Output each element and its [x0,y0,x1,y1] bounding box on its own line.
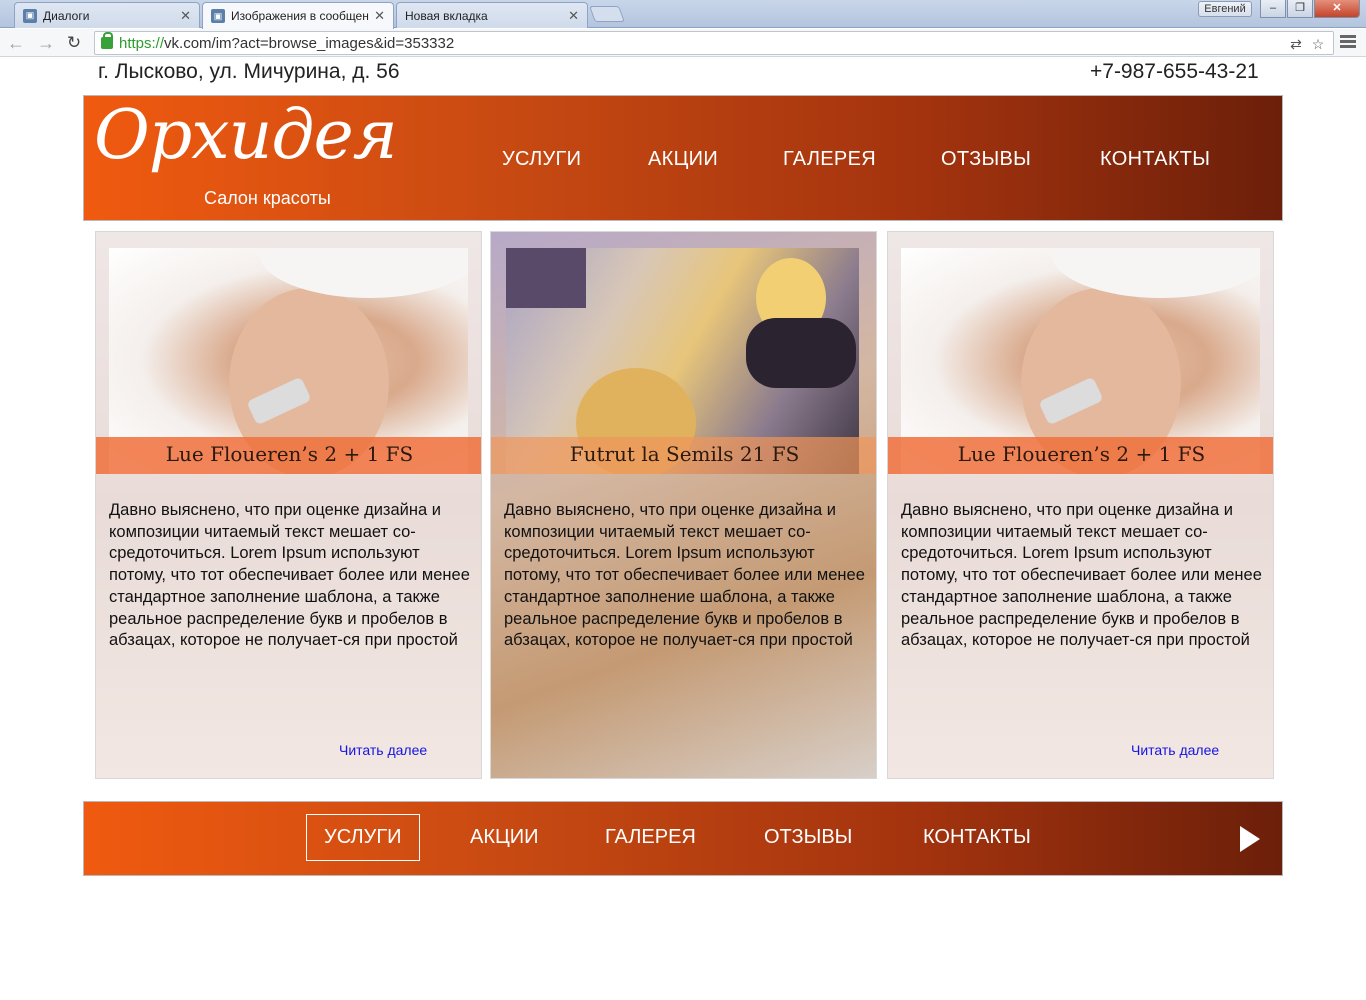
card-title: Lue Floueren’s 2 + 1 FS [165,442,414,466]
page-content: г. Лысково, ул. Мичурина, д. 56 +7-987-6… [0,58,1366,1000]
forward-arrow-icon[interactable]: → [36,33,56,53]
site-header: Орхидея Салон красоты УСЛУГИ АКЦИИ ГАЛЕР… [83,95,1283,221]
logo-title: Орхидея [94,96,398,175]
footer-nav-item-services[interactable]: УСЛУГИ [306,814,420,861]
lock-icon [101,32,113,49]
service-card: Futrut la Semils 21 FS Давно выяснено, ч… [490,231,877,779]
read-more-link[interactable]: Читать далее [339,742,427,758]
card-description: Давно выяснено, что при оценке дизайна и… [109,501,470,650]
profile-button[interactable]: Евгений [1198,1,1252,17]
tab-new[interactable]: Новая вкладка ✕ [396,2,588,28]
card-description: Давно выяснено, что при оценке дизайна и… [504,501,865,650]
footer-nav-item-promos[interactable]: АКЦИИ [470,826,539,849]
card-description: Давно выяснено, что при оценке дизайна и… [901,501,1262,650]
vk-favicon-icon: ▣ [211,9,225,23]
tab-label: Диалоги [43,8,90,23]
footer-nav-item-contacts[interactable]: КОНТАКТЫ [923,826,1031,849]
footer-nav-bar: УСЛУГИ АКЦИИ ГАЛЕРЕЯ ОТЗЫВЫ КОНТАКТЫ [83,801,1283,876]
new-tab-button[interactable] [589,6,625,22]
tab-dialogs[interactable]: ▣ Диалоги ✕ [14,2,200,28]
close-icon[interactable]: ✕ [568,8,579,24]
service-card: Lue Floueren’s 2 + 1 FS Давно выяснено, … [95,231,482,779]
nav-item-gallery[interactable]: ГАЛЕРЕЯ [783,148,876,171]
vk-favicon-icon: ▣ [23,8,37,23]
nav-item-reviews[interactable]: ОТЗЫВЫ [941,148,1031,171]
salon-address: г. Лысково, ул. Мичурина, д. 56 [98,60,400,83]
back-arrow-icon[interactable]: ← [6,33,26,53]
tab-label: Изображения в сообщен [231,9,369,23]
reload-icon[interactable]: ↻ [64,33,84,53]
maximize-button[interactable]: ❐ [1287,0,1313,18]
browser-toolbar: ← → ↻ https:// vk.com/im?act=browse_imag… [0,29,1366,57]
translate-icon[interactable]: ⇄ [1287,35,1305,53]
close-icon[interactable]: ✕ [180,8,191,24]
service-card: Lue Floueren’s 2 + 1 FS Давно выяснено, … [887,231,1274,779]
nav-item-contacts[interactable]: КОНТАКТЫ [1100,148,1210,171]
close-icon[interactable]: ✕ [374,8,385,24]
close-window-button[interactable]: ✕ [1314,0,1360,18]
address-bar[interactable]: https:// vk.com/im?act=browse_images&id=… [94,31,1334,55]
minimize-button[interactable]: – [1260,0,1286,18]
logo-subtitle: Салон красоты [204,188,331,208]
url-scheme: https:// [119,34,165,52]
footer-nav-item-gallery[interactable]: ГАЛЕРЕЯ [605,826,696,849]
browser-tabstrip: ▣ Диалоги ✕ ▣ Изображения в сообщен ✕ Но… [0,0,1366,29]
nav-item-services[interactable]: УСЛУГИ [502,148,581,171]
tab-images[interactable]: ▣ Изображения в сообщен ✕ [202,2,394,29]
tab-label: Новая вкладка [405,8,488,23]
logo[interactable]: Орхидея Салон красоты [92,96,398,216]
url-text: vk.com/im?act=browse_images&id=353332 [164,34,455,52]
footer-nav-item-reviews[interactable]: ОТЗЫВЫ [764,826,852,849]
play-arrow-icon[interactable] [1240,826,1260,852]
star-icon[interactable]: ☆ [1309,35,1327,53]
nav-item-promos[interactable]: АКЦИИ [648,148,718,171]
salon-phone: +7-987-655-43-21 [1090,60,1259,83]
card-title: Futrut la Semils 21 FS [569,442,800,466]
menu-icon[interactable] [1340,33,1360,53]
card-title: Lue Floueren’s 2 + 1 FS [957,442,1206,466]
read-more-link[interactable]: Читать далее [1131,742,1219,758]
